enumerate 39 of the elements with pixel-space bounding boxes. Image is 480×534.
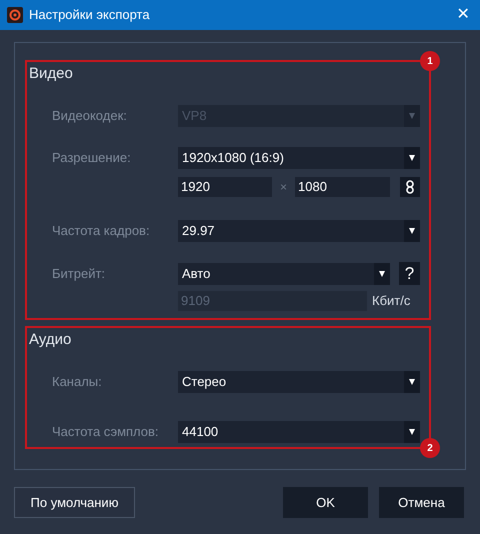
dropdown[interactable]: Авто [178,262,390,284]
field-label: Битрейт: [52,264,106,283]
dropdown-value: 44100 [181,423,220,442]
dropdown-value: 1920x1080 (16:9) [181,149,285,168]
dropdown[interactable]: 29.97 [178,220,420,242]
height-field[interactable]: 1080 [295,177,390,197]
dropdown-value: Стерео [181,373,228,392]
field-label: Видеокодек: [52,107,128,126]
help-button[interactable]: ? [399,262,420,285]
callout-badge: 1 [420,51,440,71]
caret-icon [408,378,416,386]
caret-icon [378,270,386,278]
caret-icon [408,227,416,235]
field-label: Частота сэмплов: [52,423,160,442]
dialog-button[interactable]: OK [283,487,368,518]
callout-badge: 2 [420,438,440,458]
section-title: Видео [29,64,73,84]
close-button[interactable]: ✕ [453,5,473,25]
app-logo-icon [7,7,23,23]
caret-icon [408,428,416,436]
field-label: Разрешение: [52,149,132,168]
dropdown-value: Авто [181,264,212,283]
field-label: Каналы: [52,373,103,392]
section-title: Аудио [29,330,72,350]
chain-link-icon [406,180,414,194]
caret-icon [408,112,416,120]
unit-label: Кбит/с [372,292,410,310]
dropdown[interactable]: 1920x1080 (16:9) [178,147,420,169]
window-title: Настройки экспорта [29,6,150,24]
width-field[interactable]: 1920 [178,177,272,197]
caret-icon [408,154,416,162]
dialog-button[interactable]: По умолчанию [14,487,135,518]
dropdown[interactable]: Стерео [178,371,420,393]
link-button[interactable] [400,177,420,197]
dialog-button[interactable]: Отмена [379,487,464,518]
dropdown-value: 29.97 [181,222,216,240]
times-sign: × [280,179,288,196]
field-label: Частота кадров: [52,222,151,240]
dropdown[interactable]: 44100 [178,421,420,443]
